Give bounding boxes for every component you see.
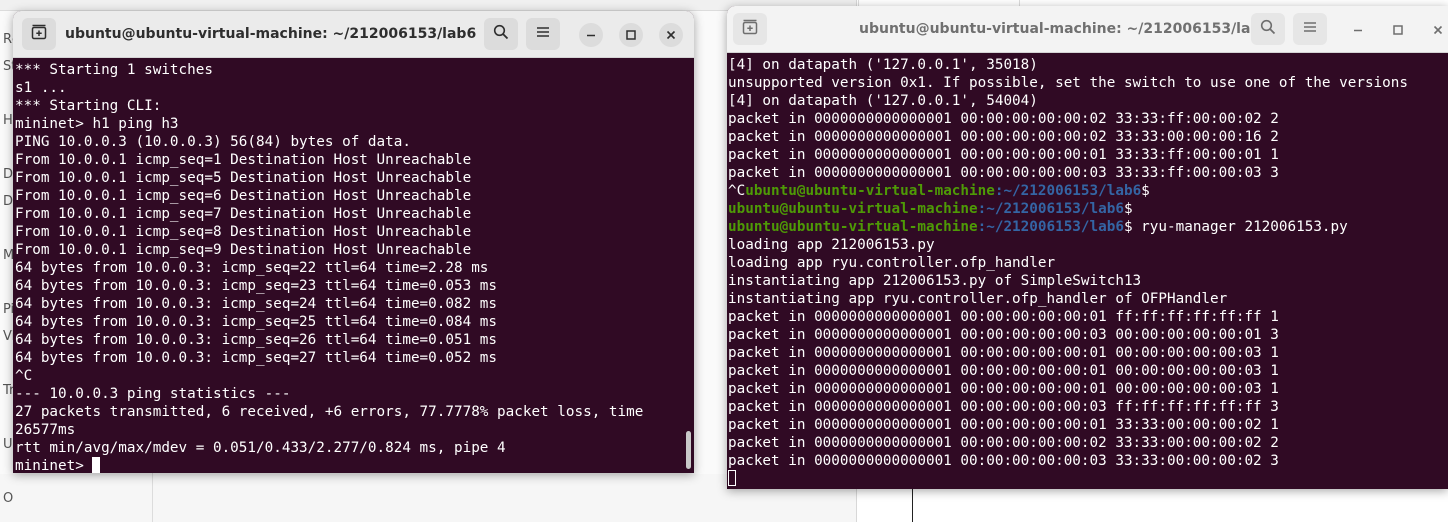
hamburger-menu-icon	[535, 24, 551, 44]
maximize-icon	[1392, 21, 1404, 40]
terminal-line: From 10.0.0.1 icmp_seq=1 Destination Hos…	[15, 152, 472, 168]
terminal-line: loading app ryu.controller.ofp_handler	[728, 255, 1056, 271]
terminal-line: 64 bytes from 10.0.0.3: icmp_seq=24 ttl=…	[15, 296, 498, 312]
terminal-line: From 10.0.0.1 icmp_seq=8 Destination Hos…	[15, 224, 472, 240]
close-icon	[665, 26, 677, 45]
terminal-line: 64 bytes from 10.0.0.3: icmp_seq=25 ttl=…	[15, 314, 498, 330]
shell-prompt: mininet>	[15, 458, 93, 473]
minimize-icon	[585, 26, 597, 45]
terminal-line: packet in 0000000000000001 00:00:00:00:0…	[728, 363, 1279, 379]
terminal-line: loading app 212006153.py	[728, 237, 935, 253]
terminal-prompt-line: ^Cubuntu@ubuntu-virtual-machine:~/212006…	[728, 182, 1448, 200]
maximize-icon	[625, 26, 637, 45]
maximize-button[interactable]	[619, 23, 643, 47]
terminal-line: packet in 0000000000000001 00:00:00:00:0…	[728, 345, 1279, 361]
background-divider	[152, 470, 153, 522]
terminal-line: 64 bytes from 10.0.0.3: icmp_seq=27 ttl=…	[15, 350, 498, 366]
terminal-line: packet in 0000000000000001 00:00:00:00:0…	[728, 453, 1279, 469]
new-tab-button[interactable]	[22, 18, 56, 50]
terminal-line: From 10.0.0.1 icmp_seq=7 Destination Hos…	[15, 206, 472, 222]
terminal-prompt-line[interactable]: mininet>	[15, 457, 694, 473]
menu-button[interactable]	[1293, 13, 1327, 45]
search-icon	[493, 24, 509, 44]
terminal-line: packet in 0000000000000001 00:00:00:00:0…	[728, 129, 1279, 145]
terminal-line: PING 10.0.0.3 (10.0.0.3) 56(84) bytes of…	[15, 134, 411, 150]
prompt-command: $	[1141, 183, 1150, 199]
mininet-terminal-window[interactable]: ubuntu@ubuntu-virtual-machine: ~/2120061…	[13, 11, 694, 473]
terminal-line: packet in 0000000000000001 00:00:00:00:0…	[728, 165, 1279, 181]
terminal-line: packet in 0000000000000001 00:00:00:00:0…	[728, 111, 1279, 127]
terminal-cursor-line[interactable]	[728, 470, 1448, 488]
terminal-line: instantiating app 212006153.py of Simple…	[728, 273, 1142, 289]
terminal-line: mininet> h1 ping h3	[15, 116, 179, 132]
terminal-headerbar[interactable]: ubuntu@ubuntu-virtual-machine: ~/2120061…	[13, 11, 694, 58]
terminal-headerbar[interactable]: ubuntu@ubuntu-virtual-machine: ~/2120061…	[727, 6, 1448, 53]
prompt-user: ubuntu@ubuntu-virtual-machine	[728, 201, 978, 217]
ryu-terminal-window[interactable]: ubuntu@ubuntu-virtual-machine: ~/2120061…	[727, 6, 1448, 489]
close-icon	[1432, 21, 1444, 40]
prompt-path: :~/212006153/lab6	[994, 183, 1142, 199]
terminal-line: packet in 0000000000000001 00:00:00:00:0…	[728, 417, 1279, 433]
terminal-line: packet in 0000000000000001 00:00:00:00:0…	[728, 327, 1279, 343]
prompt-prefix: ^C	[728, 183, 746, 199]
prompt-path: :~/212006153/lab6	[977, 201, 1124, 217]
terminal-line: 64 bytes from 10.0.0.3: icmp_seq=22 ttl=…	[15, 260, 489, 276]
terminal-line: packet in 0000000000000001 00:00:00:00:0…	[728, 147, 1279, 163]
prompt-command: $	[1123, 201, 1133, 217]
close-button[interactable]	[659, 23, 683, 47]
terminal-line: 64 bytes from 10.0.0.3: icmp_seq=26 ttl=…	[15, 332, 498, 348]
prompt-user: ubuntu@ubuntu-virtual-machine	[745, 183, 995, 199]
terminal-line: 64 bytes from 10.0.0.3: icmp_seq=23 ttl=…	[15, 278, 498, 294]
terminal-line: *** Starting 1 switches	[15, 62, 213, 78]
window-title: ubuntu@ubuntu-virtual-machine: ~/2120061…	[65, 26, 477, 42]
terminal-line: From 10.0.0.1 icmp_seq=5 Destination Hos…	[15, 170, 472, 186]
search-icon	[1260, 19, 1276, 39]
minimize-button[interactable]	[579, 23, 603, 47]
terminal-line: packet in 0000000000000001 00:00:00:00:0…	[728, 309, 1279, 325]
terminal-scrollbar[interactable]	[686, 431, 691, 469]
terminal-line: unsupported version 0x1. If possible, se…	[728, 75, 1408, 91]
background-sidebar-label: O	[3, 491, 14, 506]
terminal-line: *** Starting CLI:	[15, 98, 162, 114]
terminal-line: 26577ms	[15, 422, 76, 438]
terminal-line: From 10.0.0.1 icmp_seq=9 Destination Hos…	[15, 242, 472, 258]
hamburger-menu-icon	[1302, 19, 1318, 39]
search-button[interactable]	[484, 18, 518, 50]
new-tab-button[interactable]	[733, 13, 767, 45]
terminal-line: [4] on datapath ('127.0.0.1', 54004)	[728, 93, 1038, 109]
minimize-button[interactable]	[1346, 18, 1370, 42]
terminal-line: [4] on datapath ('127.0.0.1', 35018)	[728, 57, 1038, 73]
terminal-output[interactable]: [4] on datapath ('127.0.0.1', 35018) unsu…	[727, 53, 1448, 488]
terminal-line: rtt min/avg/max/mdev = 0.051/0.433/2.277…	[15, 440, 506, 456]
new-tab-icon	[742, 19, 758, 39]
terminal-line: packet in 0000000000000001 00:00:00:00:0…	[728, 381, 1279, 397]
terminal-line: --- 10.0.0.3 ping statistics ---	[15, 386, 291, 402]
prompt-user: ubuntu@ubuntu-virtual-machine	[728, 219, 978, 235]
terminal-line: 27 packets transmitted, 6 received, +6 e…	[15, 404, 644, 420]
new-tab-icon	[31, 24, 47, 44]
minimize-icon	[1352, 21, 1364, 40]
close-button[interactable]	[1426, 18, 1448, 42]
terminal-line: s1 ...	[15, 80, 67, 96]
terminal-line: packet in 0000000000000001 00:00:00:00:0…	[728, 399, 1279, 415]
terminal-line: ^C	[15, 368, 33, 384]
text-cursor	[92, 457, 101, 473]
window-title: ubuntu@ubuntu-virtual-machine: ~/2120061…	[859, 21, 1271, 37]
prompt-command: $ ryu-manager 212006153.py	[1123, 219, 1348, 235]
terminal-line: From 10.0.0.1 icmp_seq=6 Destination Hos…	[15, 188, 472, 204]
prompt-path: :~/212006153/lab6	[977, 219, 1124, 235]
background-divider-dark	[912, 488, 913, 522]
terminal-prompt-line: ubuntu@ubuntu-virtual-machine:~/21200615…	[728, 218, 1448, 236]
text-cursor	[728, 470, 736, 486]
terminal-output[interactable]: *** Starting 1 switches s1 ... *** Startin…	[13, 58, 694, 473]
terminal-prompt-line: ubuntu@ubuntu-virtual-machine:~/21200615…	[728, 200, 1448, 218]
maximize-button[interactable]	[1386, 18, 1410, 42]
menu-button[interactable]	[526, 18, 560, 50]
terminal-line: instantiating app ryu.controller.ofp_han…	[728, 291, 1228, 307]
terminal-line: packet in 0000000000000001 00:00:00:00:0…	[728, 435, 1279, 451]
search-button[interactable]	[1251, 13, 1285, 45]
